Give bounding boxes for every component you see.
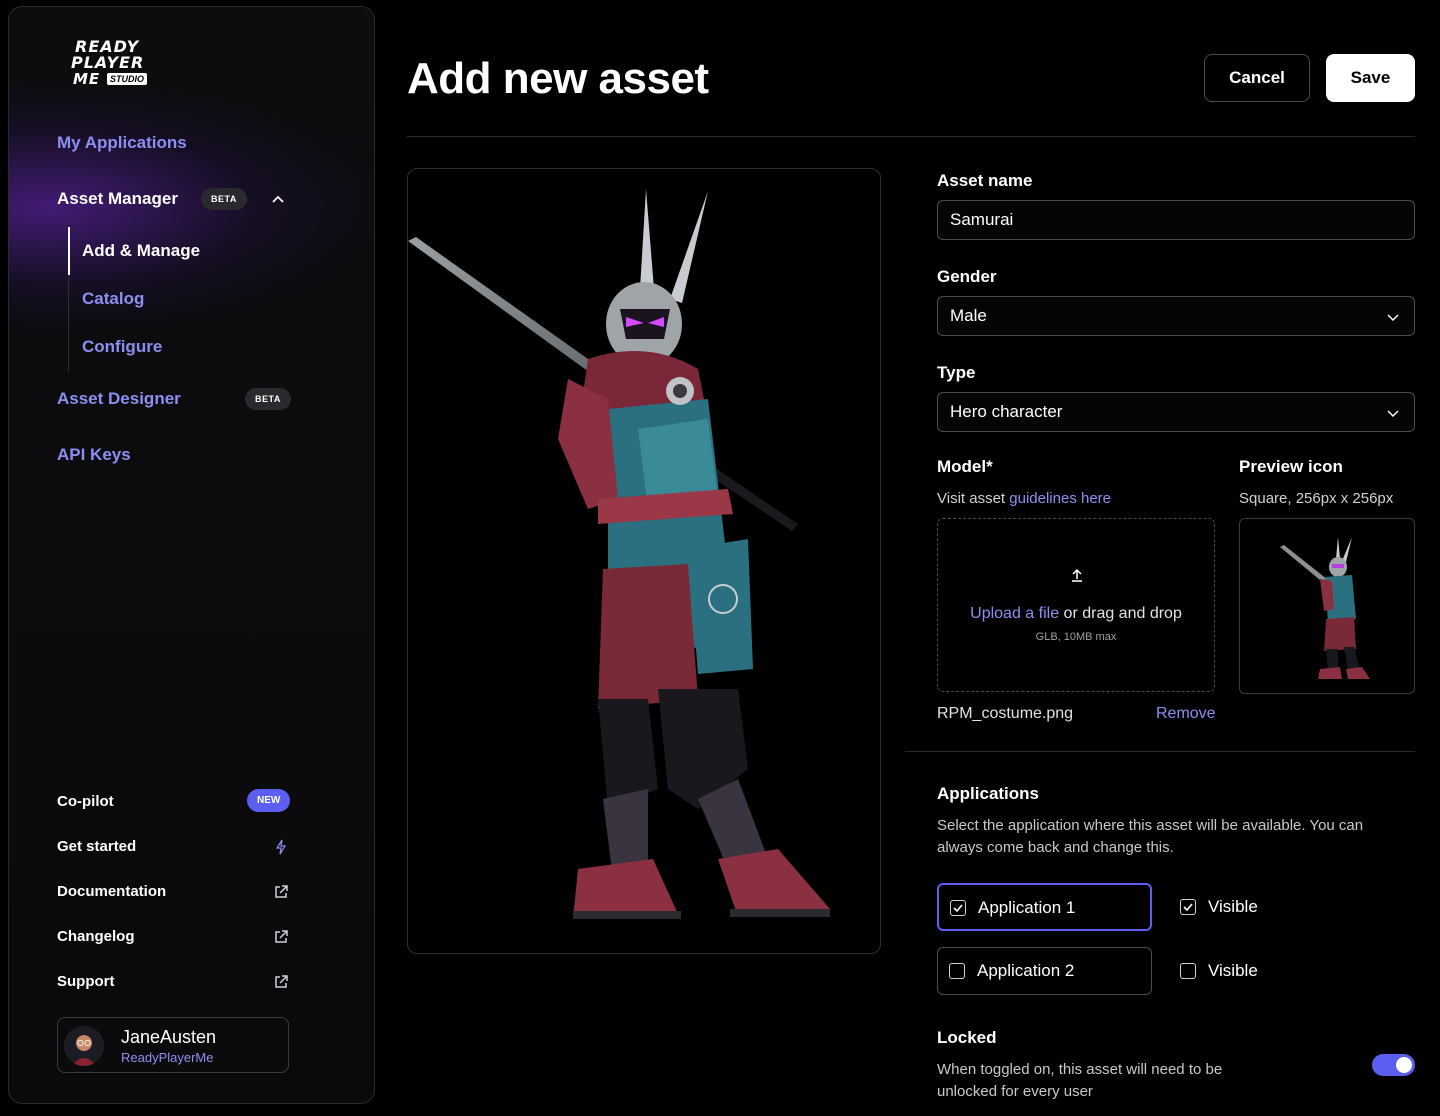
- locked-description: When toggled on, this asset will need to…: [937, 1061, 1223, 1100]
- locked-title: Locked: [937, 1028, 997, 1047]
- preview-icon-dropzone[interactable]: [1239, 518, 1415, 694]
- chevron-down-icon: [1387, 314, 1399, 322]
- section-divider: [905, 751, 1415, 752]
- user-org: ReadyPlayerMe: [121, 1050, 214, 1065]
- type-label: Type: [937, 363, 976, 382]
- ready-player-me-logo[interactable]: READY PLAYER ME STUDIO: [67, 37, 159, 95]
- save-button[interactable]: Save: [1326, 54, 1415, 102]
- lightning-icon: [275, 839, 287, 855]
- upload-icon: [1072, 568, 1082, 582]
- application-option-2[interactable]: Application 2: [937, 947, 1152, 995]
- sub-item-add-manage[interactable]: Add & Manage: [82, 241, 200, 261]
- applications-title: Applications: [937, 784, 1040, 803]
- preview-icon-helper: Square, 256px x 256px: [1239, 490, 1394, 507]
- logo-line-3: ME: [73, 70, 101, 88]
- nav-my-applications[interactable]: My Applications: [57, 133, 187, 153]
- avatar: [64, 1026, 104, 1066]
- application-1-checkbox[interactable]: [950, 900, 966, 916]
- nav-copilot[interactable]: Co-pilot: [57, 793, 114, 810]
- nav-asset-designer[interactable]: Asset Designer: [57, 389, 181, 409]
- beta-badge: BETA: [245, 388, 291, 410]
- upload-limits: GLB, 10MB max: [1035, 631, 1117, 643]
- gender-select-value: Male: [950, 306, 987, 325]
- external-link-icon: [275, 885, 288, 898]
- check-icon: [1183, 903, 1193, 912]
- type-select[interactable]: Hero character: [937, 392, 1415, 432]
- model-preview[interactable]: [407, 168, 881, 954]
- user-name: JaneAusten: [121, 1027, 217, 1047]
- sidebar: READY PLAYER ME STUDIO My Applications A…: [8, 6, 375, 1104]
- avatar-face-icon: [64, 1026, 104, 1066]
- logo-studio: STUDIO: [107, 73, 148, 85]
- model-label: Model*: [937, 457, 993, 476]
- application-1-visible-checkbox[interactable]: [1180, 899, 1196, 915]
- preview-icon-label: Preview icon: [1239, 457, 1343, 476]
- samurai-character-image: [408, 189, 830, 919]
- external-link-icon: [275, 975, 288, 988]
- preview-icon-image: [1280, 537, 1370, 679]
- external-link-icon: [275, 930, 288, 943]
- gender-label: Gender: [937, 267, 997, 286]
- user-card[interactable]: JaneAusten ReadyPlayerMe: [57, 1017, 289, 1073]
- check-icon: [953, 904, 963, 913]
- application-2-visible-checkbox[interactable]: [1180, 963, 1196, 979]
- asset-name-input[interactable]: Samurai: [937, 200, 1415, 240]
- page-title: Add new asset: [407, 54, 709, 103]
- nav-support[interactable]: Support: [57, 973, 115, 990]
- applications-description: Select the application where this asset …: [937, 817, 1364, 856]
- sub-item-catalog[interactable]: Catalog: [82, 289, 144, 309]
- drag-drop-text: or drag and drop: [1059, 605, 1182, 622]
- nav-changelog[interactable]: Changelog: [57, 928, 135, 945]
- locked-toggle[interactable]: [1372, 1054, 1415, 1076]
- application-option-1[interactable]: Application 1: [937, 883, 1152, 931]
- cancel-button[interactable]: Cancel: [1204, 54, 1310, 102]
- nav-api-keys[interactable]: API Keys: [57, 445, 131, 465]
- nav-get-started[interactable]: Get started: [57, 838, 136, 855]
- chevron-down-icon: [1387, 410, 1399, 418]
- model-dropzone[interactable]: Upload a file or drag and drop GLB, 10MB…: [937, 518, 1215, 692]
- application-1-label: Application 1: [978, 898, 1076, 917]
- toggle-knob: [1396, 1057, 1412, 1073]
- sub-item-configure[interactable]: Configure: [82, 337, 162, 357]
- chevron-up-icon[interactable]: [271, 193, 285, 207]
- upload-instructions: Upload a file or drag and drop: [938, 605, 1214, 623]
- application-1-visible-label: Visible: [1208, 897, 1258, 916]
- remove-file-button[interactable]: Remove: [1156, 705, 1216, 723]
- application-2-visible-label: Visible: [1208, 961, 1258, 980]
- new-badge: NEW: [247, 789, 291, 812]
- application-2-checkbox[interactable]: [949, 963, 965, 979]
- asset-name-label: Asset name: [937, 171, 1033, 190]
- model-helper-text: Visit asset: [937, 490, 1010, 507]
- uploaded-file-name: RPM_costume.png: [937, 705, 1074, 722]
- type-select-value: Hero character: [950, 402, 1063, 421]
- nav-asset-manager[interactable]: Asset Manager: [57, 189, 178, 209]
- upload-file-link[interactable]: Upload a file: [970, 605, 1059, 622]
- application-2-label: Application 2: [977, 961, 1075, 980]
- model-helper: Visit asset guidelines here: [937, 490, 1111, 507]
- nav-documentation[interactable]: Documentation: [57, 883, 166, 900]
- gender-select[interactable]: Male: [937, 296, 1415, 336]
- beta-badge: BETA: [201, 188, 247, 210]
- submenu-active-indicator: [68, 227, 70, 275]
- header-divider: [407, 136, 1415, 137]
- guidelines-link[interactable]: guidelines here: [1009, 490, 1111, 507]
